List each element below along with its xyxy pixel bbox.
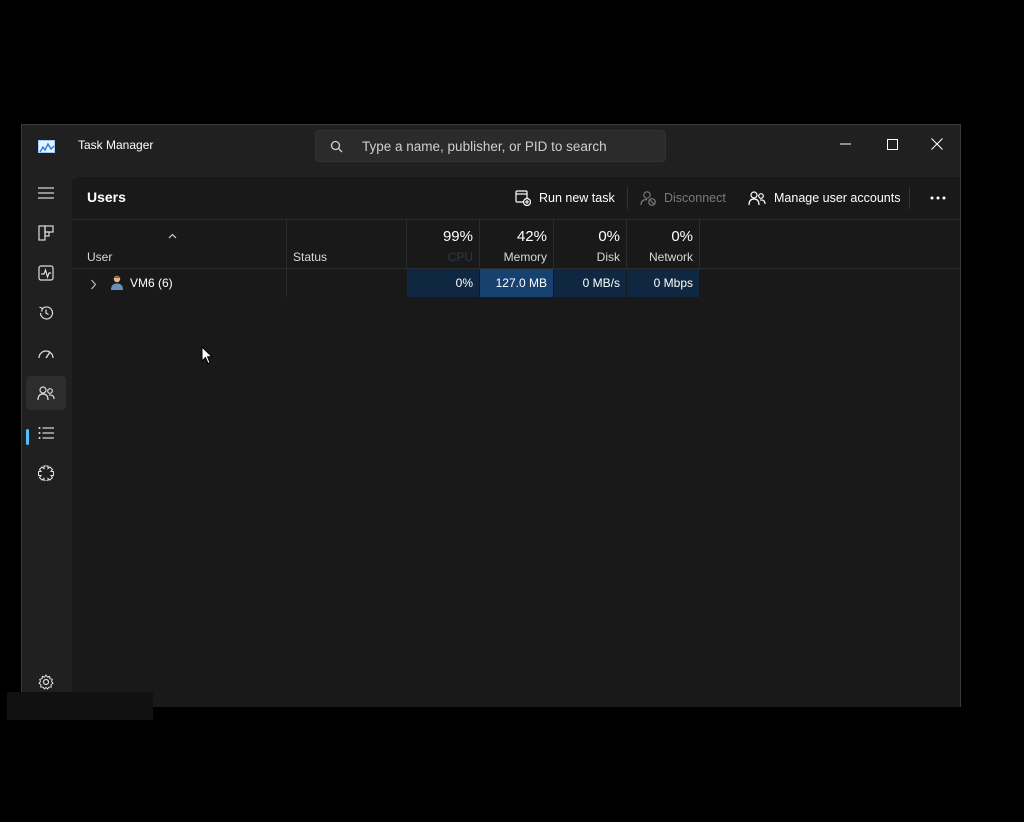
page-title: Users xyxy=(87,189,126,205)
manage-user-accounts-label: Manage user accounts xyxy=(774,191,901,205)
task-manager-window: Task Manager Type a name, publisher, or … xyxy=(21,124,961,707)
nav-details[interactable] xyxy=(26,416,66,450)
column-header-disk[interactable]: 0% Disk xyxy=(554,220,626,270)
network-cell: 0 Mbps xyxy=(627,269,699,297)
manage-user-accounts-button[interactable]: Manage user accounts xyxy=(748,183,900,213)
more-icon xyxy=(930,196,946,200)
close-icon xyxy=(931,138,943,150)
maximize-icon xyxy=(886,138,898,150)
title-bar: Task Manager Type a name, publisher, or … xyxy=(22,125,960,169)
column-header-row: User Status 99% CPU 42% Memory 0% Disk 0… xyxy=(72,219,960,270)
disk-cell: 0 MB/s xyxy=(554,269,626,297)
nav-settings[interactable] xyxy=(26,788,66,822)
toolbar-divider xyxy=(909,187,910,209)
memory-total-percent: 42% xyxy=(516,228,547,245)
run-new-task-label: Run new task xyxy=(539,191,615,205)
disconnect-button[interactable]: Disconnect xyxy=(640,183,726,213)
maximize-button[interactable] xyxy=(869,128,915,160)
users-page: Users Run new task Disconnect Manage use… xyxy=(72,177,960,707)
sidebar xyxy=(22,169,72,707)
close-button[interactable] xyxy=(914,128,960,160)
column-label-network: Network xyxy=(648,250,693,264)
run-new-task-icon xyxy=(515,190,531,206)
expand-chevron-icon[interactable] xyxy=(90,277,97,295)
search-input[interactable]: Type a name, publisher, or PID to search xyxy=(362,139,607,154)
performance-icon xyxy=(38,265,54,281)
column-label-user: User xyxy=(87,250,113,264)
sort-ascending-icon xyxy=(168,226,177,244)
hamburger-menu-button[interactable] xyxy=(26,176,66,210)
minimize-icon xyxy=(840,143,851,145)
network-total-percent: 0% xyxy=(671,228,693,245)
status-cell xyxy=(287,269,406,297)
column-divider xyxy=(286,269,287,297)
search-box[interactable]: Type a name, publisher, or PID to search xyxy=(315,130,666,162)
startup-apps-icon xyxy=(38,350,54,359)
table-row[interactable]: VM6 (6) 0% 127.0 MB 0 MB/s 0 Mbps xyxy=(72,269,960,297)
column-label-cpu: CPU xyxy=(447,250,473,264)
toolbar-divider xyxy=(627,187,628,209)
column-header-cpu[interactable]: 99% CPU xyxy=(407,220,479,270)
disconnect-label: Disconnect xyxy=(664,191,726,205)
nav-services[interactable] xyxy=(26,456,66,490)
nav-performance[interactable] xyxy=(26,256,66,290)
taskbar-fragment xyxy=(7,692,153,720)
disconnect-icon xyxy=(640,191,656,206)
column-header-user[interactable]: User xyxy=(72,220,286,270)
app-history-icon xyxy=(39,306,54,320)
column-label-status: Status xyxy=(293,250,328,264)
user-name: VM6 (6) xyxy=(130,276,173,290)
column-header-status[interactable]: Status xyxy=(287,220,407,270)
hamburger-icon xyxy=(38,187,54,199)
services-icon xyxy=(38,465,54,481)
column-header-memory[interactable]: 42% Memory xyxy=(480,220,553,270)
more-options-button[interactable] xyxy=(923,183,953,213)
settings-icon xyxy=(38,674,54,690)
nav-processes[interactable] xyxy=(26,216,66,250)
nav-app-history[interactable] xyxy=(26,296,66,330)
manage-users-icon xyxy=(748,191,766,206)
processes-icon xyxy=(38,225,54,241)
minimize-button[interactable] xyxy=(823,128,869,160)
nav-startup-apps[interactable] xyxy=(26,336,66,370)
app-title: Task Manager xyxy=(78,138,154,152)
cpu-cell: 0% xyxy=(407,269,479,297)
column-header-network[interactable]: 0% Network xyxy=(627,220,699,270)
mouse-pointer-icon xyxy=(201,345,214,370)
users-icon xyxy=(37,386,55,401)
memory-cell: 127.0 MB xyxy=(480,269,553,297)
search-icon xyxy=(330,140,343,158)
column-label-memory: Memory xyxy=(503,250,547,264)
column-label-disk: Disk xyxy=(596,250,620,264)
run-new-task-button[interactable]: Run new task xyxy=(515,183,615,213)
details-icon xyxy=(38,427,54,439)
column-divider xyxy=(699,220,700,270)
user-avatar-icon xyxy=(110,275,124,295)
task-manager-logo-icon xyxy=(38,140,55,153)
nav-users[interactable] xyxy=(26,376,66,410)
cpu-total-percent: 99% xyxy=(442,228,473,245)
disk-total-percent: 0% xyxy=(598,228,620,245)
